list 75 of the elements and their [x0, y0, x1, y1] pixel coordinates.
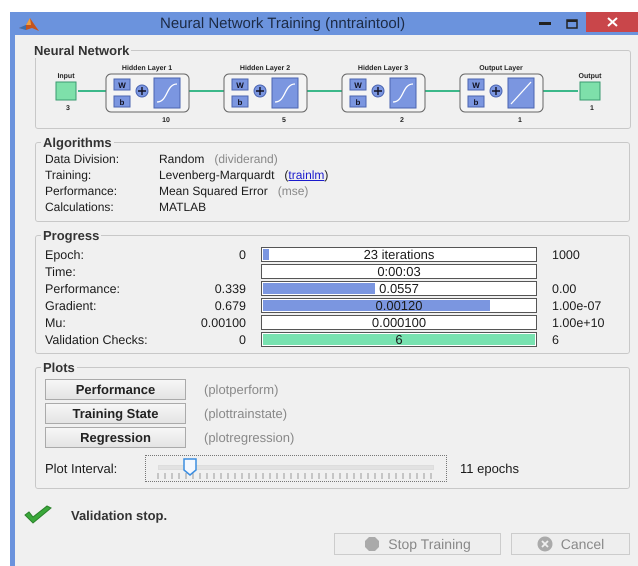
progress-label: Validation Checks:	[45, 332, 149, 346]
algorithm-label: Calculations:	[45, 200, 115, 215]
sigmoid-icon	[272, 78, 298, 108]
weight-block: W	[350, 78, 366, 90]
weight-block: W	[468, 78, 484, 90]
algorithm-label: Data Division:	[45, 152, 120, 167]
start-value: 0.679	[214, 298, 246, 312]
progress-value: 23 iterations	[364, 248, 434, 261]
end-value: 6	[552, 332, 559, 346]
cancel-icon	[536, 536, 553, 552]
group-title: Plots	[42, 360, 76, 375]
progress-label: Gradient:	[45, 298, 98, 312]
input-node	[56, 82, 76, 100]
start-value: 0.00100	[200, 316, 246, 330]
weight-block: W	[232, 78, 248, 90]
slider-label: Plot Interval:	[45, 461, 118, 476]
start-value: 0	[239, 248, 246, 262]
plot-button[interactable]: Regression	[45, 427, 186, 448]
algorithm-value: MATLAB	[159, 200, 206, 215]
checkmark-icon	[23, 505, 53, 525]
function-name: (trainlm)	[284, 168, 328, 183]
function-name: (dividerand)	[214, 152, 278, 167]
progress-label: Mu:	[45, 316, 67, 330]
slider-thumb[interactable]	[183, 458, 197, 476]
algorithm-value: Levenberg-Marquardt	[159, 168, 274, 183]
stop-sign-icon	[364, 536, 380, 552]
end-value: 1.00e-07	[552, 298, 602, 312]
progress-label: Epoch:	[45, 248, 85, 262]
connector-line	[307, 90, 342, 92]
slider-reading: 11 epochs	[460, 461, 520, 476]
bias-block: b	[232, 96, 248, 108]
end-value: 0.00	[552, 282, 576, 296]
connector-line	[543, 90, 578, 92]
bias-block: b	[114, 96, 130, 108]
status-message: Validation stop.	[71, 508, 168, 522]
connector-line	[78, 90, 106, 92]
app-logo-icon	[18, 16, 40, 32]
group-title: Progress	[42, 228, 100, 243]
linear-icon	[508, 78, 534, 108]
group-title: Algorithms	[42, 135, 113, 150]
progress-label: Time:	[45, 264, 77, 278]
plot-button[interactable]: Training State	[45, 403, 186, 424]
bias-block: b	[350, 96, 366, 108]
end-value: 1000	[552, 248, 580, 262]
plot-interval-slider[interactable]	[145, 455, 447, 482]
group-title: Neural Network	[33, 43, 130, 58]
window-title: Neural Network Training (nntraintool)	[160, 15, 406, 32]
weight-block: W	[114, 78, 130, 90]
progress-value: 6	[395, 333, 403, 346]
start-value: 0.339	[214, 282, 246, 296]
algorithm-label: Training:	[45, 168, 92, 183]
function-link[interactable]: trainlm	[288, 168, 324, 182]
algorithm-value: Random	[159, 152, 204, 167]
connector-line	[425, 90, 460, 92]
sigmoid-icon	[390, 78, 416, 108]
end-value: 1.00e+10	[552, 316, 604, 330]
algorithm-value: Mean Squared Error	[159, 184, 268, 199]
function-name: (plottrainstate)	[204, 406, 288, 421]
minimize-icon	[539, 22, 551, 25]
close-icon	[606, 17, 618, 27]
function-name: (mse)	[278, 184, 308, 199]
close-button[interactable]	[586, 12, 638, 32]
maximize-icon	[566, 18, 578, 28]
plot-button[interactable]: Performance	[45, 379, 186, 400]
function-name: (plotperform)	[204, 382, 278, 397]
connector-line	[189, 90, 224, 92]
output-node	[580, 82, 600, 100]
progress-value: 0.0557	[379, 282, 419, 295]
function-name: (plotregression)	[204, 430, 294, 445]
progress-value: 0.00120	[376, 299, 422, 312]
sigmoid-icon	[154, 78, 180, 108]
bias-block: b	[468, 96, 484, 108]
algorithm-label: Performance:	[45, 184, 118, 199]
start-value: 0	[239, 332, 246, 346]
progress-label: Performance:	[45, 282, 122, 296]
